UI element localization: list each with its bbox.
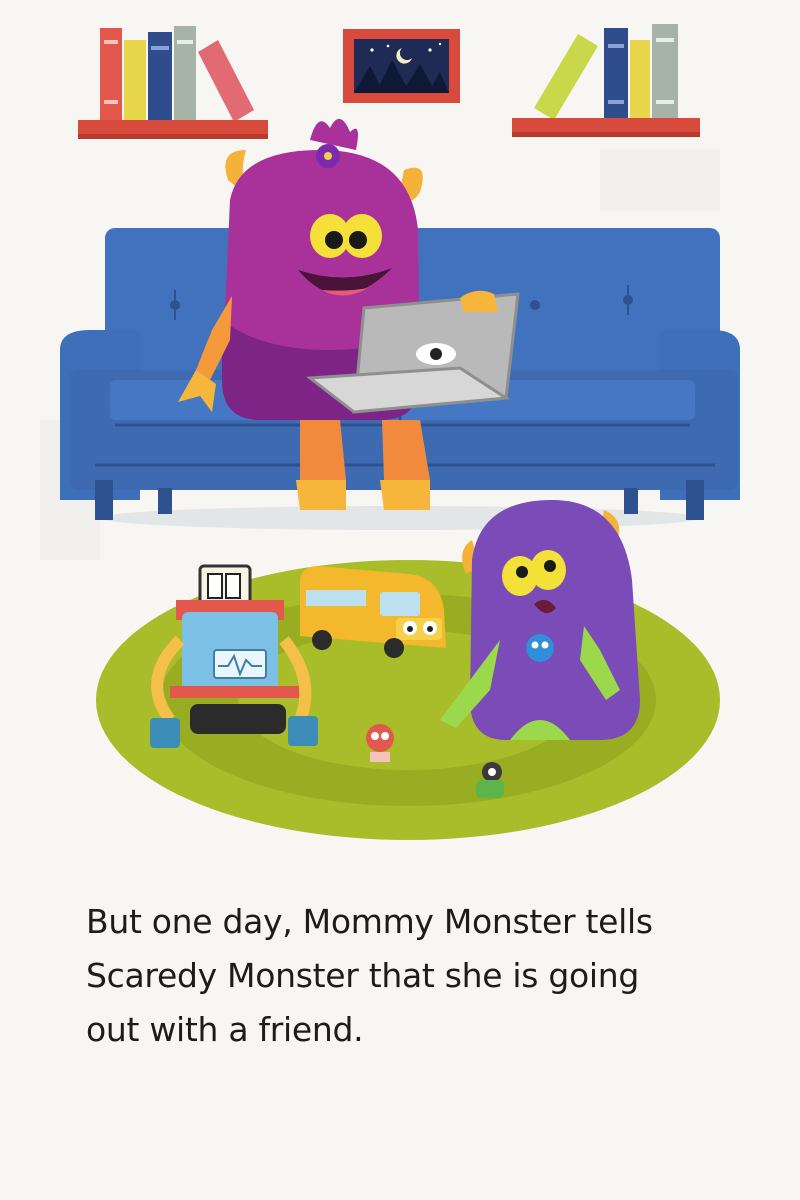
story-text: But one day, Mommy Monster tells Scaredy… xyxy=(86,895,746,1057)
story-line-3: out with a friend. xyxy=(86,1010,364,1049)
storybook-page: But one day, Mommy Monster tells Scaredy… xyxy=(0,0,800,1200)
story-line-1: But one day, Mommy Monster tells xyxy=(86,902,653,941)
story-line-2: Scaredy Monster that she is going xyxy=(86,956,640,995)
small-toy-red xyxy=(366,724,394,762)
illustration xyxy=(0,0,800,860)
night-painting xyxy=(343,29,460,103)
